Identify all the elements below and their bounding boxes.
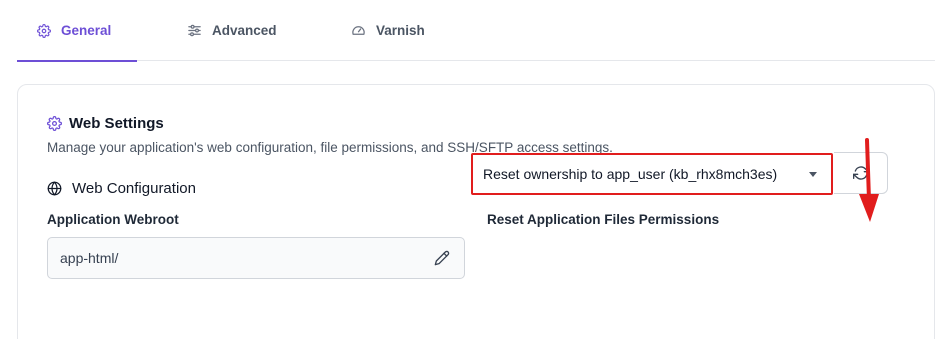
tab-advanced-label: Advanced [212,23,277,38]
reset-permissions-label: Reset Application Files Permissions [487,212,720,227]
settings-tabs: General Advanced Varnish [17,0,935,62]
tab-advanced[interactable]: Advanced [187,0,277,61]
webroot-label: Application Webroot [47,212,179,227]
tab-general-label: General [61,23,112,38]
speedometer-icon [352,26,365,35]
edit-webroot-button[interactable] [432,248,452,268]
card-title: Web Settings [47,115,164,132]
card-title-text: Web Settings [69,115,164,132]
web-settings-card: Web Settings Manage your application's w… [17,84,935,339]
tab-varnish[interactable]: Varnish [351,0,425,61]
globe-icon [47,181,62,196]
section-title: Web Configuration [47,180,196,197]
gear-icon [47,116,62,131]
reset-permissions-select[interactable]: Reset ownership to app_user (kb_rhx8mch3… [471,153,833,195]
tab-varnish-label: Varnish [376,23,425,38]
reset-permissions-selected: Reset ownership to app_user (kb_rhx8mch3… [483,166,778,182]
caret-down-icon [809,171,817,177]
pencil-icon [434,250,450,266]
section-title-text: Web Configuration [72,180,196,197]
red-arrow-annotation [859,138,879,222]
sliders-icon [188,24,201,37]
webroot-field[interactable]: app-html/ [47,237,465,279]
gear-icon [37,23,51,38]
webroot-value: app-html/ [60,250,119,266]
tab-general[interactable]: General [17,0,137,62]
